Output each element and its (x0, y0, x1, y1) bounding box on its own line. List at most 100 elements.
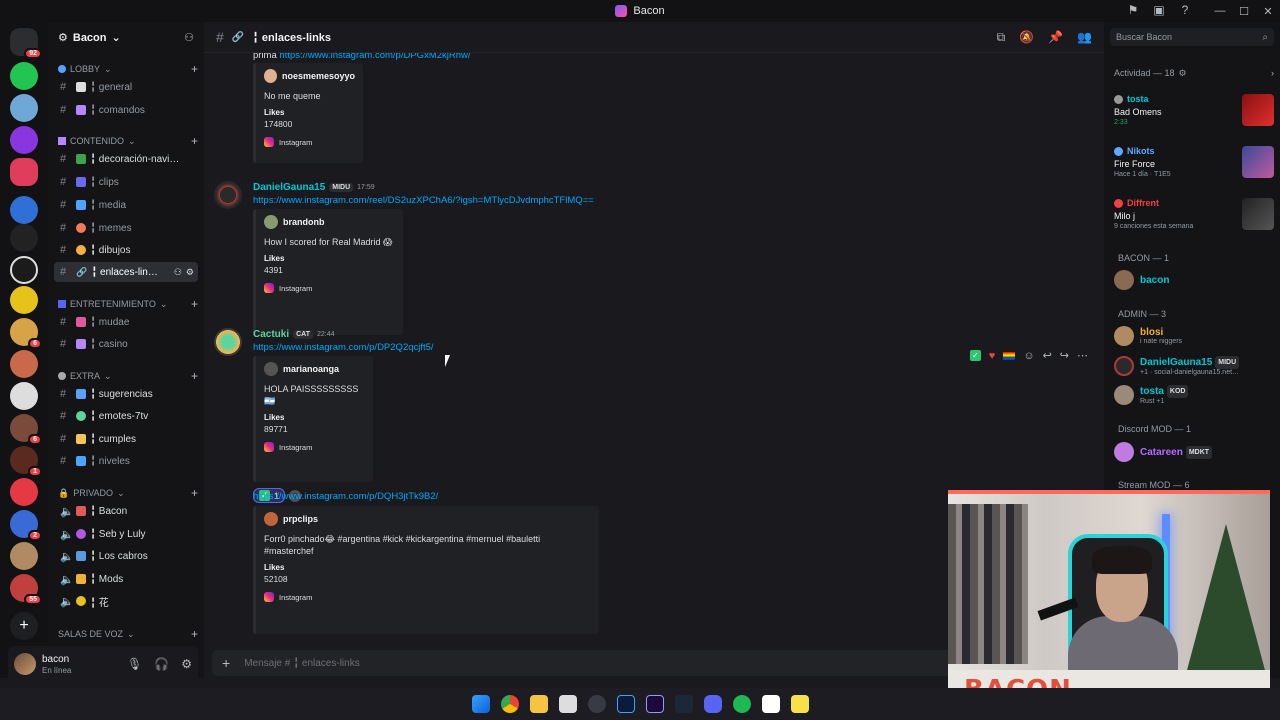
add-channel-icon[interactable]: + (191, 486, 198, 500)
category-contenido[interactable]: CONTENIDO ⌄ + (58, 134, 198, 148)
invite-icon[interactable]: ⚇ (184, 31, 194, 44)
reply-icon[interactable]: ↩ (1043, 349, 1052, 362)
app-icon[interactable] (558, 695, 577, 713)
activity-item[interactable]: Nikots Fire Force Hace 1 día · T1E5 (1114, 146, 1274, 186)
photoshop-icon[interactable] (616, 695, 635, 713)
invite-icon[interactable]: ⚇ (174, 267, 182, 278)
server-header[interactable]: ⚙ Bacon ⌄ ⚇ (48, 22, 204, 53)
minimize-button[interactable]: — (1208, 5, 1232, 17)
channel-mudae[interactable]: # ╏ mudae (54, 312, 198, 332)
help-icon[interactable]: ? (1178, 3, 1192, 17)
avatar[interactable] (214, 181, 242, 209)
server-icon[interactable] (10, 94, 38, 122)
activity-item[interactable]: Diffrent Milo j 9 canciones esta semana (1114, 198, 1274, 238)
add-channel-icon[interactable]: + (191, 627, 198, 641)
gear-icon[interactable]: ⚙ (1179, 68, 1187, 79)
forward-icon[interactable]: ↪ (1060, 349, 1069, 362)
voice-channel-hana[interactable]: 🔈 ╏ 花 (54, 591, 198, 611)
message-author[interactable]: DanielGauna15 (253, 182, 325, 193)
activity-item[interactable]: tosta Bad Omens 2:33 (1114, 94, 1274, 134)
channel-niveles[interactable]: # ╏ niveles (54, 451, 198, 471)
server-icon[interactable] (10, 382, 38, 410)
maximize-button[interactable]: ☐ (1232, 5, 1256, 18)
discord-icon[interactable] (703, 695, 722, 713)
category-entretenimiento[interactable]: ENTRETENIMIENTO ⌄ + (58, 297, 198, 311)
server-icon[interactable]: 6 (10, 318, 42, 349)
add-server-button[interactable]: + (10, 612, 38, 640)
server-icon[interactable]: 1 (10, 446, 42, 477)
pin-icon[interactable]: 📌 (1048, 30, 1063, 45)
member-item[interactable]: Catareen MDKT (1114, 439, 1278, 465)
channel-media[interactable]: # ╏ media (54, 195, 198, 215)
headphones-icon[interactable]: 🎧 (154, 657, 169, 671)
server-icon[interactable] (10, 196, 38, 224)
inbox-icon[interactable]: ⚑ (1126, 3, 1140, 17)
start-icon[interactable] (471, 695, 490, 713)
embed-author[interactable]: noesmemesoyyo (282, 71, 355, 81)
member-list-icon[interactable]: 👥 (1077, 30, 1092, 45)
server-icon[interactable] (10, 286, 38, 314)
microphone-icon[interactable]: 🎙 (127, 657, 142, 671)
avatar[interactable] (214, 328, 242, 356)
gear-icon[interactable]: ⚙ (181, 657, 192, 671)
voice-channel-mods[interactable]: 🔈 ╏ Mods (54, 569, 198, 589)
add-reaction-icon[interactable]: ☺ (1023, 350, 1034, 362)
spotify-icon[interactable] (732, 695, 751, 713)
message-link[interactable]: https://www.instagram.com/p/DPGxM2kjRhw/ (279, 53, 470, 61)
message-author[interactable]: Cactuki (253, 329, 289, 340)
sticky-notes-icon[interactable] (790, 695, 809, 713)
close-button[interactable]: ✕ (1256, 5, 1280, 18)
channel-sugerencias[interactable]: # ╏ sugerencias (54, 384, 198, 404)
embed-author[interactable]: brandonb (283, 217, 325, 227)
search-input[interactable]: Buscar Bacon ⌕ (1110, 28, 1274, 46)
server-icon-bacon[interactable] (10, 158, 38, 186)
server-icon[interactable]: 55 (10, 574, 42, 605)
channel-memes[interactable]: # ╏ memes (54, 218, 198, 238)
channel-general[interactable]: # ╏ general (54, 77, 198, 97)
more-options-icon[interactable]: ⋯ (1077, 349, 1088, 362)
notion-icon[interactable] (761, 695, 780, 713)
channel-cumples[interactable]: # ╏ cumples (54, 429, 198, 449)
voice-channel-bacon[interactable]: 🔈 ╏ Bacon (54, 501, 198, 521)
channel-clips[interactable]: # ╏ clips (54, 172, 198, 192)
add-channel-icon[interactable]: + (191, 134, 198, 148)
member-item[interactable]: DanielGauna15 MIDU +1 · social-danielgauna… (1114, 353, 1278, 379)
embed-author[interactable]: prpclips (283, 514, 318, 524)
folder-icon[interactable] (529, 695, 548, 713)
avatar[interactable] (14, 653, 36, 675)
channel-comandos[interactable]: # ╏ comandos (54, 100, 198, 120)
server-icon[interactable] (10, 62, 38, 90)
member-item[interactable]: blosi i nate niggers (1114, 323, 1278, 349)
add-channel-icon[interactable]: + (191, 369, 198, 383)
premiere-icon[interactable] (645, 695, 664, 713)
heart-reaction-icon[interactable]: ♥ (989, 350, 996, 362)
category-extra[interactable]: EXTRA ⌄ + (58, 369, 198, 383)
channel-emotes[interactable]: # ╏ emotes-7tv (54, 406, 198, 426)
chrome-icon[interactable] (500, 695, 519, 713)
server-icon[interactable] (10, 542, 38, 570)
bell-mute-icon[interactable]: 🔕 (1019, 30, 1034, 45)
channel-dibujos[interactable]: # ╏ dibujos (54, 240, 198, 260)
server-icon[interactable]: 2 (10, 510, 42, 541)
message-input[interactable]: Mensaje # ╏ enlaces-links (244, 658, 360, 669)
embed-author[interactable]: marianoanga (283, 364, 339, 374)
server-icon[interactable] (10, 478, 38, 506)
server-icon[interactable] (10, 126, 38, 154)
member-item[interactable]: bacon (1114, 267, 1278, 293)
add-channel-icon[interactable]: + (191, 62, 198, 76)
app-icon[interactable] (587, 695, 606, 713)
channel-enlaces-links[interactable]: # 🔗 ╏ enlaces-lin… ⚇ ⚙ (54, 262, 198, 282)
message-link[interactable]: https://www.instagram.com/reel/DS2uzXPCh… (253, 195, 1073, 206)
voice-channel-seb[interactable]: 🔈 ╏ Seb y Luly (54, 524, 198, 544)
add-attachment-icon[interactable]: + (222, 655, 230, 671)
category-salas-de-voz[interactable]: SALAS DE VOZ ⌄ + (58, 627, 198, 641)
server-icon[interactable]: 6 (10, 414, 42, 445)
server-icon[interactable] (10, 256, 38, 284)
category-privado[interactable]: 🔒 PRIVADO ⌄ + (58, 486, 198, 500)
channel-decoracion[interactable]: # ╏ decoración-navi… (54, 149, 198, 169)
message-link[interactable]: https://www.instagram.com/p/DP2Q2qcjft5/ (253, 342, 1073, 353)
threads-icon[interactable]: ⧉ (997, 30, 1006, 45)
gear-icon[interactable]: ⚙ (186, 267, 194, 278)
voice-channel-cabros[interactable]: 🔈 ╏ Los cabros (54, 546, 198, 566)
flag-reaction-icon[interactable] (1003, 351, 1016, 360)
